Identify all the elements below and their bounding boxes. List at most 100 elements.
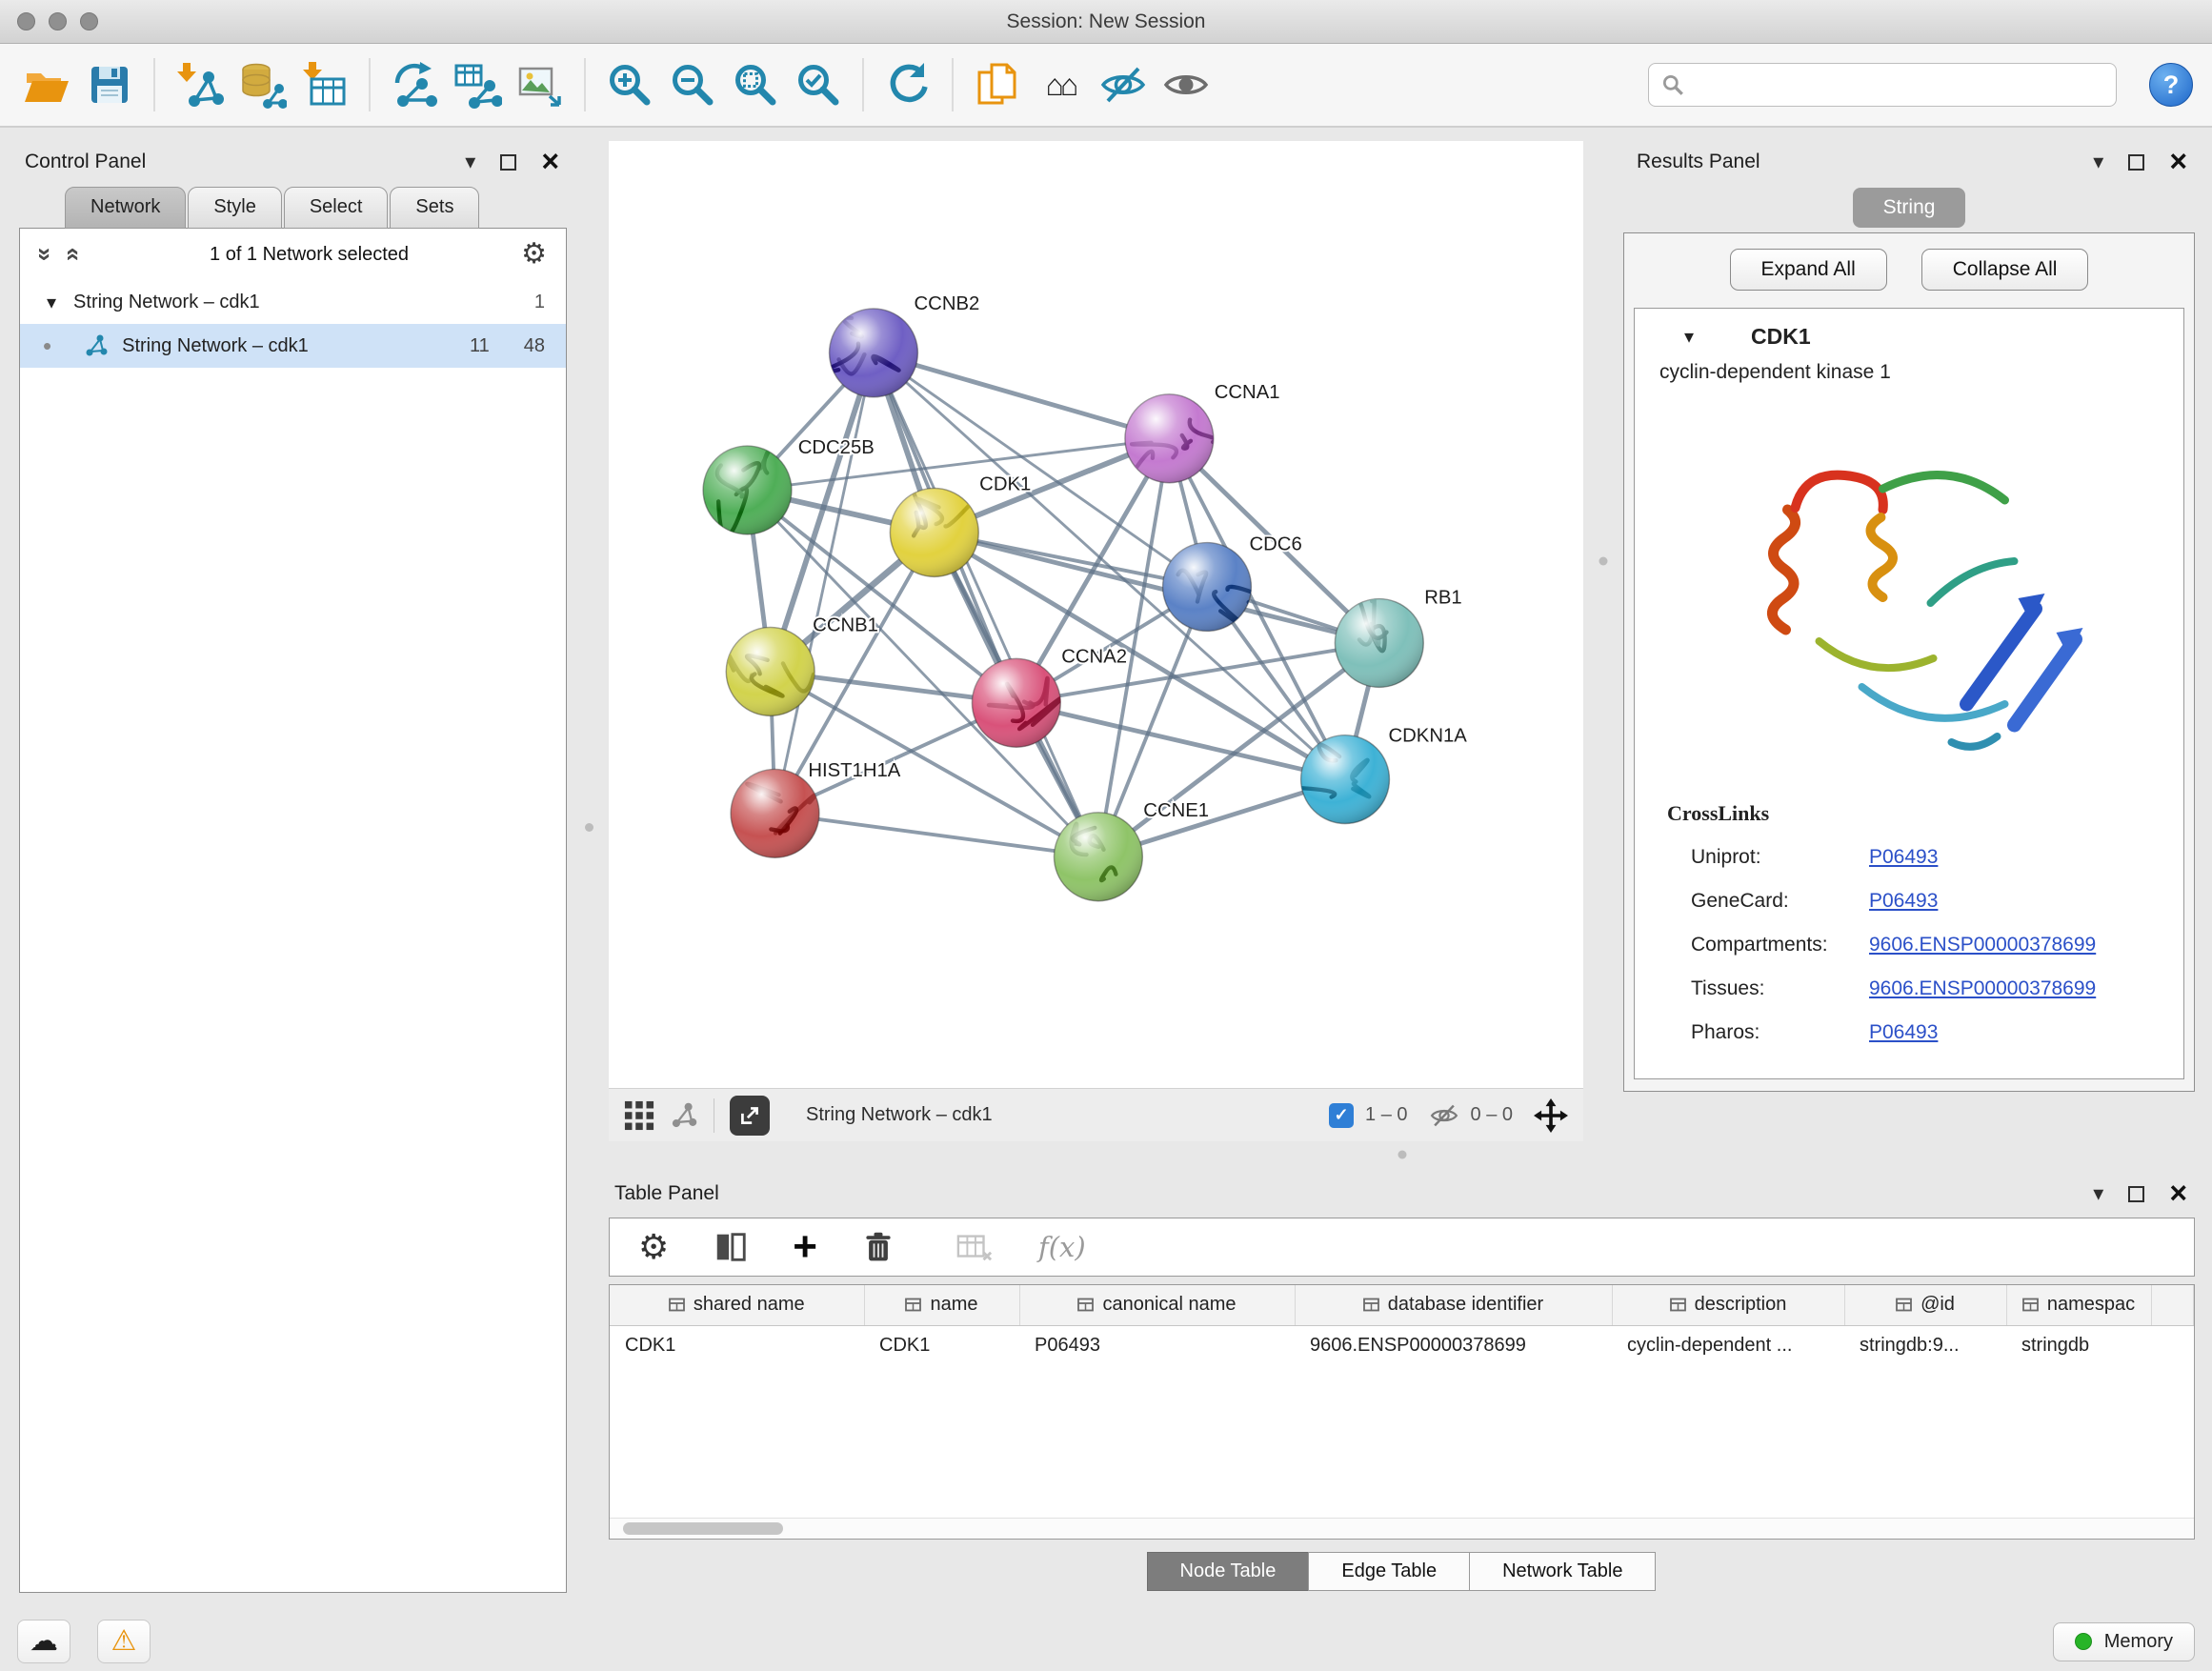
column-header-namespac[interactable]: namespac (2006, 1285, 2151, 1325)
network-canvas[interactable]: CCNB2CCNA1CDC25BCDK1CDC6RB1CCNB1CCNA2CDK… (609, 141, 1583, 1088)
open-session-button[interactable] (19, 53, 74, 116)
network-node-CCNA1[interactable]: CCNA1 (1115, 382, 1279, 493)
crosslink-link[interactable]: 9606.ENSP00000378699 (1869, 934, 2096, 956)
expand-all-button[interactable]: Expand All (1730, 249, 1887, 291)
hide-glyphs-button[interactable] (1096, 53, 1151, 116)
table-row[interactable]: CDK1CDK1P064939606.ENSP00000378699cyclin… (610, 1325, 2194, 1365)
network-edge[interactable] (1016, 703, 1345, 779)
pan-move-icon[interactable] (1534, 1098, 1568, 1133)
network-node-HIST1H1A[interactable]: HIST1H1A (731, 760, 901, 857)
table-cell[interactable]: CDK1 (610, 1325, 864, 1365)
network-from-table-button[interactable] (450, 53, 505, 116)
crosslink-link[interactable]: 9606.ENSP00000378699 (1869, 977, 2096, 1000)
network-node-CDK1[interactable]: CDK1 (890, 473, 1031, 576)
hidden-eye-slash-icon[interactable] (1429, 1100, 1459, 1131)
zoom-selected-button[interactable] (791, 53, 846, 116)
protein-section-header[interactable]: ▾ CDK1 (1635, 309, 2183, 355)
panel-menu-icon[interactable]: ▾ (465, 151, 475, 172)
table-cell[interactable]: P06493 (1019, 1325, 1295, 1365)
birds-eye-grid-icon[interactable] (624, 1100, 654, 1131)
cloud-status-button[interactable]: ☁ (17, 1620, 70, 1663)
tree-caret-icon[interactable]: ▾ (47, 291, 56, 314)
detach-view-button[interactable] (730, 1096, 770, 1136)
zoom-fit-button[interactable] (728, 53, 783, 116)
splitter-handle[interactable] (1398, 1150, 1406, 1158)
table-cell[interactable]: stringdb:9... (1844, 1325, 2006, 1365)
help-button[interactable]: ? (2149, 63, 2193, 107)
show-columns-icon[interactable] (713, 1229, 749, 1265)
import-network-from-database-button[interactable] (234, 53, 290, 116)
network-edge[interactable] (775, 352, 874, 813)
warnings-button[interactable]: ⚠ (97, 1620, 151, 1663)
float-panel-icon[interactable] (2128, 1186, 2144, 1202)
vertical-splitter[interactable] (1583, 141, 1623, 1141)
table-cell[interactable]: CDK1 (864, 1325, 1019, 1365)
panel-menu-icon[interactable]: ▾ (2093, 151, 2103, 172)
table-cell[interactable]: cyclin-dependent ... (1612, 1325, 1844, 1365)
horizontal-splitter[interactable] (609, 1141, 2195, 1174)
copy-document-button[interactable] (970, 53, 1025, 116)
network-edge[interactable] (935, 533, 1379, 643)
network-row-selected[interactable]: • String Network – cdk1 11 48 (20, 324, 566, 368)
close-window-icon[interactable] (17, 12, 35, 30)
column-header-canonical-name[interactable]: canonical name (1019, 1285, 1295, 1325)
table-horizontal-scrollbar[interactable] (610, 1518, 2194, 1539)
collapse-all-button[interactable]: Collapse All (1921, 249, 2089, 291)
float-panel-icon[interactable] (2128, 154, 2144, 171)
column-header-shared-name[interactable]: shared name (610, 1285, 864, 1325)
close-panel-icon[interactable]: × (541, 150, 559, 174)
column-header--id[interactable]: @id (1844, 1285, 2006, 1325)
maximize-window-icon[interactable] (80, 12, 98, 30)
zoom-in-button[interactable] (602, 53, 657, 116)
tab-node-table[interactable]: Node Table (1147, 1552, 1310, 1591)
import-table-button[interactable] (297, 53, 352, 116)
network-options-gear-icon[interactable]: ⚙ (521, 240, 547, 269)
network-node-CCNB1[interactable]: CCNB1 (721, 614, 878, 715)
table-options-gear-icon[interactable]: ⚙ (638, 1230, 669, 1264)
memory-button[interactable]: Memory (2053, 1622, 2195, 1661)
crosslink-link[interactable]: P06493 (1869, 1021, 1938, 1044)
tab-style[interactable]: Style (188, 187, 281, 229)
network-edge[interactable] (775, 814, 1098, 856)
section-caret-icon[interactable]: ▾ (1684, 325, 1694, 349)
close-panel-icon[interactable]: × (2169, 150, 2187, 174)
network-overview-share-icon[interactable] (670, 1101, 698, 1130)
add-column-icon[interactable]: + (793, 1230, 817, 1263)
splitter-handle[interactable] (1599, 557, 1608, 566)
network-edge[interactable] (874, 352, 1098, 856)
scrollbar-thumb[interactable] (623, 1522, 783, 1535)
panel-menu-icon[interactable]: ▾ (2093, 1183, 2103, 1204)
network-node-CCNB2[interactable]: CCNB2 (825, 293, 979, 397)
tab-string[interactable]: String (1853, 188, 1966, 228)
table-cell[interactable]: stringdb (2006, 1325, 2151, 1365)
network-canvas-svg[interactable]: CCNB2CCNA1CDC25BCDK1CDC6RB1CCNB1CCNA2CDK… (609, 141, 1583, 1088)
column-header-database-identifier[interactable]: database identifier (1295, 1285, 1612, 1325)
column-header-description[interactable]: description (1612, 1285, 1844, 1325)
network-node-RB1[interactable]: RB1 (1335, 587, 1461, 687)
zoom-out-button[interactable] (665, 53, 720, 116)
crosslink-link[interactable]: P06493 (1869, 890, 1938, 913)
expand-all-icon[interactable]: « (63, 248, 88, 261)
show-glyphs-button[interactable] (1158, 53, 1214, 116)
collapse-all-icon[interactable]: » (33, 248, 58, 261)
export-image-button[interactable] (513, 53, 568, 116)
crosslink-link[interactable]: P06493 (1869, 846, 1938, 869)
close-panel-icon[interactable]: × (2169, 1181, 2187, 1206)
tab-sets[interactable]: Sets (390, 187, 479, 229)
import-network-from-file-button[interactable] (171, 53, 227, 116)
delete-column-trash-icon[interactable] (861, 1230, 895, 1264)
tab-edge-table[interactable]: Edge Table (1308, 1552, 1470, 1591)
network-collection-row[interactable]: ▾ String Network – cdk1 1 (20, 280, 566, 324)
selected-checkbox-icon[interactable]: ✓ (1329, 1103, 1354, 1128)
tab-network-table[interactable]: Network Table (1469, 1552, 1656, 1591)
minimize-window-icon[interactable] (49, 12, 67, 30)
houses-button[interactable]: ⌂⌂ (1033, 53, 1088, 116)
column-header-name[interactable]: name (864, 1285, 1019, 1325)
apply-layout-button[interactable] (880, 53, 935, 116)
table-cell[interactable]: 9606.ENSP00000378699 (1295, 1325, 1612, 1365)
tab-network[interactable]: Network (65, 187, 186, 229)
search-input[interactable] (1685, 64, 2104, 106)
tab-select[interactable]: Select (284, 187, 389, 229)
new-network-button[interactable] (387, 53, 442, 116)
save-session-button[interactable] (82, 53, 137, 116)
